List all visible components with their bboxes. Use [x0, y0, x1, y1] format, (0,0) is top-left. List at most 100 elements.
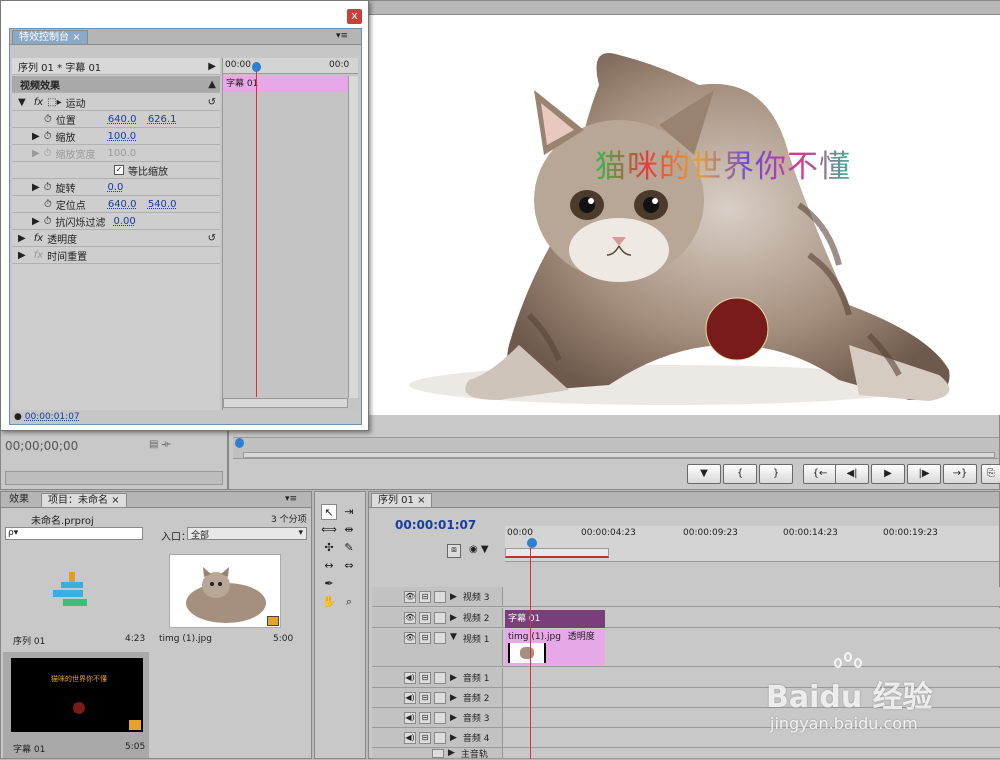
- panel-menu-icon[interactable]: ▾≡: [336, 31, 348, 41]
- snap-icon[interactable]: ⧈: [447, 544, 461, 558]
- mini-vertical-scrollbar[interactable]: [348, 76, 358, 398]
- anchor-y-value[interactable]: 540.0: [148, 199, 177, 210]
- disclosure-open-icon[interactable]: ▼: [18, 97, 26, 108]
- hand-tool-icon[interactable]: ✋: [321, 594, 337, 610]
- ripple-edit-tool-icon[interactable]: ⟺: [321, 522, 337, 538]
- position-x-value[interactable]: 640.0: [108, 114, 148, 125]
- reset-icon[interactable]: ↺: [208, 233, 216, 244]
- mini-playhead-icon[interactable]: [252, 62, 261, 72]
- tab-close-icon[interactable]: ×: [111, 495, 119, 506]
- lock-icon[interactable]: ⊟: [419, 632, 431, 644]
- expand-arrow-icon[interactable]: ▶: [18, 250, 26, 261]
- position-y-value[interactable]: 626.1: [148, 114, 177, 125]
- step-forward-button[interactable]: |▶: [907, 464, 941, 484]
- razor-tool-icon[interactable]: ✎: [341, 540, 357, 556]
- expand-arrow-icon[interactable]: ▶: [208, 61, 216, 72]
- timeline-playhead-line[interactable]: [530, 548, 531, 759]
- step-back-button[interactable]: ◀|: [835, 464, 869, 484]
- anchor-x-value[interactable]: 640.0: [108, 199, 148, 210]
- project-item-title[interactable]: 猫咪的世界你不懂 字幕 01 5:05: [3, 652, 149, 758]
- lock-icon[interactable]: ⊟: [419, 691, 431, 704]
- mini-clip-bar[interactable]: 字幕 01: [223, 76, 348, 92]
- stopwatch-icon[interactable]: ⏱: [44, 216, 52, 227]
- tab-close-icon[interactable]: ×: [417, 495, 425, 506]
- sequence-clip-row[interactable]: 序列 01 * 字幕 01 ▶: [12, 58, 220, 75]
- pen-tool-icon[interactable]: ✒: [321, 576, 337, 592]
- monitor-time-ruler[interactable]: [233, 437, 999, 459]
- source-timecode[interactable]: 00;00;00;00: [5, 439, 78, 453]
- motion-effect-row[interactable]: ▼ fx ⬚▸ 运动 ↺: [12, 94, 220, 111]
- expand-arrow-icon[interactable]: ▶: [32, 216, 40, 227]
- mark-in-button[interactable]: {: [723, 464, 757, 484]
- go-to-in-button[interactable]: {←: [803, 464, 837, 484]
- monitor-playhead-icon[interactable]: [235, 438, 244, 448]
- tab-effect-controls[interactable]: 特效控制台 ×: [12, 30, 88, 44]
- source-scroll-bar[interactable]: [5, 471, 223, 485]
- stopwatch-icon[interactable]: ⏱: [44, 131, 52, 142]
- reset-icon[interactable]: ↺: [208, 97, 216, 108]
- zoom-tool-icon[interactable]: ⌕: [341, 594, 357, 610]
- timeline-ruler[interactable]: 00:00 00:00:04:23 00:00:09:23 00:00:14:2…: [505, 526, 999, 562]
- search-input[interactable]: ρ▾: [5, 527, 143, 540]
- lock-icon[interactable]: ⊟: [419, 611, 431, 624]
- speaker-icon[interactable]: ◀): [404, 711, 416, 724]
- selection-tool-icon[interactable]: ↖: [321, 504, 337, 520]
- title-clip[interactable]: 字幕 01: [505, 610, 605, 628]
- opacity-effect-row[interactable]: ▶ fx 透明度 ↺: [12, 230, 220, 247]
- panel-menu-icon[interactable]: ▾≡: [285, 494, 297, 504]
- source-settings-icon[interactable]: ▤ ⟛: [149, 439, 171, 450]
- project-item-sequence[interactable]: 序列 01 4:23: [5, 548, 147, 650]
- speaker-icon[interactable]: ◀): [404, 691, 416, 704]
- expand-arrow-icon[interactable]: ▶: [32, 131, 40, 142]
- lock-icon[interactable]: ⊟: [419, 590, 431, 603]
- time-remap-row[interactable]: ▶ fx 时间重置: [12, 247, 220, 264]
- scale-value[interactable]: 100.0: [108, 131, 137, 142]
- eye-icon[interactable]: 👁: [404, 590, 416, 603]
- mini-playhead[interactable]: [256, 62, 257, 397]
- collapse-arrow-icon[interactable]: ▲: [208, 79, 216, 90]
- timeline-timecode[interactable]: 00:00:01:07: [395, 518, 476, 532]
- eye-icon[interactable]: 👁: [404, 632, 416, 644]
- fx-icon[interactable]: fx: [34, 97, 43, 108]
- tab-project[interactable]: 项目：未命名 ×: [41, 493, 127, 507]
- lock-icon[interactable]: ⊟: [419, 711, 431, 724]
- image-clip[interactable]: timg (1).jpg 透明度: [505, 629, 605, 665]
- slip-tool-icon[interactable]: ↔: [321, 558, 337, 574]
- fx-icon[interactable]: fx: [34, 233, 43, 244]
- speaker-icon[interactable]: ◀): [404, 731, 416, 744]
- entry-select[interactable]: 全部 ▾: [187, 527, 307, 541]
- tab-close-icon[interactable]: ×: [72, 32, 80, 43]
- slide-tool-icon[interactable]: ⇔: [341, 558, 357, 574]
- stopwatch-icon[interactable]: ⏱: [44, 114, 52, 125]
- clip-opacity-label[interactable]: 透明度: [568, 632, 595, 642]
- speaker-icon[interactable]: ◀): [404, 671, 416, 684]
- project-item-image[interactable]: timg (1).jpg 5:00: [155, 548, 297, 650]
- eye-icon[interactable]: 👁: [404, 611, 416, 624]
- track-select-tool-icon[interactable]: ⇥: [341, 504, 357, 520]
- lift-button[interactable]: ⎘: [981, 464, 1000, 484]
- tab-effects[interactable]: 效果: [3, 493, 35, 507]
- stopwatch-icon[interactable]: ⏱: [44, 182, 52, 193]
- stopwatch-icon[interactable]: ⏱: [44, 199, 52, 210]
- expand-arrow-icon[interactable]: ▶: [18, 233, 26, 244]
- mini-ruler[interactable]: 00:00 00:0: [223, 58, 358, 74]
- work-area-bar[interactable]: [505, 548, 609, 558]
- close-button[interactable]: x: [347, 9, 362, 24]
- timeline-playhead-icon[interactable]: [527, 538, 537, 548]
- uniform-scale-checkbox[interactable]: ✓: [114, 165, 124, 175]
- motion-transform-icon[interactable]: ⬚▸: [47, 97, 61, 108]
- monitor-zoom-bar[interactable]: [243, 452, 995, 458]
- play-button[interactable]: ▶: [871, 464, 905, 484]
- lock-icon[interactable]: ⊟: [419, 671, 431, 684]
- rate-stretch-tool-icon[interactable]: ✣: [321, 540, 337, 556]
- expand-arrow-icon[interactable]: ▶: [32, 182, 40, 193]
- add-marker-button[interactable]: ▼: [687, 464, 721, 484]
- go-to-out-button[interactable]: →}: [943, 464, 977, 484]
- tab-sequence[interactable]: 序列 01 ×: [371, 493, 433, 507]
- rotation-value[interactable]: 0.0: [108, 182, 124, 193]
- rolling-edit-tool-icon[interactable]: ⇹: [341, 522, 357, 538]
- flicker-value[interactable]: 0.00: [114, 216, 136, 227]
- mark-out-button[interactable]: }: [759, 464, 793, 484]
- lock-icon[interactable]: ⊟: [419, 731, 431, 744]
- effect-footer-time[interactable]: ● 00:00:01:07: [14, 412, 80, 422]
